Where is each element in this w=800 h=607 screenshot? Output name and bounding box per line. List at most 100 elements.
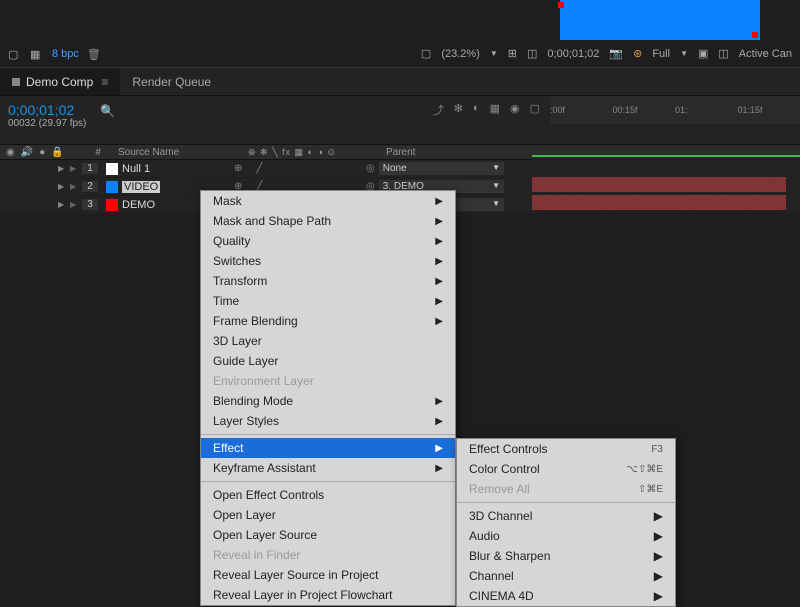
graph-icon[interactable]: ◉ [510,102,520,118]
lock-header-icon[interactable]: 🔒 [51,147,63,158]
view2-icon[interactable]: ◫ [718,47,728,60]
menu-item-3d-layer[interactable]: 3D Layer [201,331,455,351]
color-swatch[interactable] [106,199,118,211]
menu-label: Frame Blending [213,314,298,328]
menu-item-open-layer-source[interactable]: Open Layer Source [201,525,455,545]
time-ruler[interactable]: :00f 00:15f 01: 01:15f [550,96,800,124]
color-swatch[interactable] [106,181,118,193]
snapshot-icon[interactable]: 📷 [609,47,623,60]
submenu-arrow-icon: ▶ [654,569,663,583]
submenu-item-cinema-4d[interactable]: CINEMA 4D▶ [457,586,675,606]
eye-toggle[interactable] [6,199,18,211]
tab-demo-comp[interactable]: Demo Comp ≡ [0,68,120,95]
layer-context-menu: Mask▶Mask and Shape Path▶Quality▶Switche… [200,190,456,606]
expand-arrow-icon[interactable]: ▶ [58,200,70,209]
bin-icon[interactable]: ▢ [8,48,22,60]
active-camera[interactable]: Active Can [739,48,792,60]
track[interactable] [532,158,800,176]
submenu-item-blur-sharpen[interactable]: Blur & Sharpen▶ [457,546,675,566]
eye-toggle[interactable] [6,163,18,175]
speaker-header-icon[interactable]: 🔊 [21,147,33,158]
col-parent[interactable]: Parent [382,147,522,158]
menu-item-time[interactable]: Time▶ [201,291,455,311]
track-area[interactable] [532,158,800,212]
mask-icon[interactable]: ◫ [527,47,537,60]
clip-bar[interactable] [532,177,786,192]
twirl-icon[interactable]: ▶ [70,164,82,173]
menu-item-mask-and-shape-path[interactable]: Mask and Shape Path▶ [201,211,455,231]
submenu-item-channel[interactable]: Channel ▶ [457,566,675,586]
trash-icon[interactable]: 🗑 [87,48,101,60]
menu-item-reveal-in-finder: Reveal in Finder [201,545,455,565]
menu-item-layer-styles[interactable]: Layer Styles▶ [201,411,455,431]
twirl-icon[interactable]: ▶ [70,200,82,209]
channels-icon[interactable]: ⊛ [633,47,642,60]
menu-item-switches[interactable]: Switches▶ [201,251,455,271]
collapse-switch-icon[interactable]: ╱ [256,163,262,174]
shy-icon[interactable]: ⤴ [433,102,444,118]
track[interactable] [532,194,800,212]
menu-label: Remove All [469,482,530,496]
tab-menu-icon[interactable]: ≡ [101,75,108,89]
res-arrow-icon[interactable]: ▼ [680,49,688,58]
comp-icon[interactable]: ✻ [454,102,463,118]
bpc-indicator[interactable]: 8 bpc [52,48,79,60]
menu-item-reveal-layer-source-in-project[interactable]: Reveal Layer Source in Project [201,565,455,585]
submenu-arrow-icon: ▶ [435,236,443,247]
menu-item-open-effect-controls[interactable]: Open Effect Controls [201,485,455,505]
parent-dropdown[interactable]: None▼ [379,162,504,175]
menu-label: Open Effect Controls [213,488,324,502]
menu-label: Environment Layer [213,374,314,388]
submenu-item-3d-channel[interactable]: 3D Channel▶ [457,506,675,526]
view-icon[interactable]: ▣ [698,47,708,60]
color-swatch[interactable] [106,163,118,175]
menu-item-transform[interactable]: Transform▶ [201,271,455,291]
menu-label: Guide Layer [213,354,278,368]
eye-toggle[interactable] [6,181,18,193]
submenu-item-effect-controls[interactable]: Effect ControlsF3 [457,439,675,459]
viewer-timecode[interactable]: 0;00;01;02 [547,48,599,60]
solo-toggle[interactable] [18,199,30,211]
expand-arrow-icon[interactable]: ▶ [58,182,70,191]
marker-icon[interactable]: ▢ [530,102,540,118]
resolution-dropdown[interactable]: Full [652,48,670,60]
solo-toggle[interactable] [18,181,30,193]
current-timecode[interactable]: 0;00;01;02 [8,102,86,118]
col-source-name[interactable]: Source Name [114,147,244,158]
menu-label: Audio [469,529,500,543]
zoom-level[interactable]: (23.2%) [441,48,480,60]
menu-item-mask[interactable]: Mask▶ [201,191,455,211]
layer-name[interactable]: Null 1 [122,163,228,175]
submenu-item-audio[interactable]: Audio▶ [457,526,675,546]
search-icon[interactable]: 🔍 [100,104,115,118]
twirl-icon[interactable]: ▶ [70,182,82,191]
folder-icon[interactable]: ▦ [30,48,44,60]
tab-render-queue[interactable]: Render Queue [120,68,223,95]
menu-item-keyframe-assistant[interactable]: Keyframe Assistant▶ [201,458,455,478]
clip-bar[interactable] [532,195,786,210]
expand-arrow-icon[interactable]: ▶ [58,164,70,173]
zoom-dropdown-icon[interactable]: ▼ [490,49,498,58]
frame-blend-icon[interactable]: ▦ [490,102,500,118]
menu-item-environment-layer: Environment Layer [201,371,455,391]
video-switch-icon[interactable]: ⊕ [234,163,242,174]
motion-blur-icon[interactable]: ◐ [473,102,480,118]
menu-item-guide-layer[interactable]: Guide Layer [201,351,455,371]
eye-header-icon[interactable]: ◉ [6,147,15,158]
col-number[interactable]: # [82,147,114,158]
solo-header-icon[interactable]: ● [39,147,45,158]
grid-icon[interactable]: ⊞ [508,47,517,60]
solo-toggle[interactable] [18,163,30,175]
pickwhip-icon[interactable]: ◎ [366,163,375,174]
menu-item-quality[interactable]: Quality▶ [201,231,455,251]
menu-item-reveal-layer-in-project-flowchart[interactable]: Reveal Layer in Project Flowchart [201,585,455,605]
menu-item-blending-mode[interactable]: Blending Mode▶ [201,391,455,411]
menu-label: Channel [469,569,514,583]
monitor-icon[interactable]: ▢ [421,47,431,60]
menu-item-effect[interactable]: Effect▶ [201,438,455,458]
menu-item-open-layer[interactable]: Open Layer [201,505,455,525]
track[interactable] [532,176,800,194]
layer-number: 2 [82,181,98,192]
menu-item-frame-blending[interactable]: Frame Blending▶ [201,311,455,331]
submenu-item-color-control[interactable]: Color Control⌥⇧⌘E [457,459,675,479]
